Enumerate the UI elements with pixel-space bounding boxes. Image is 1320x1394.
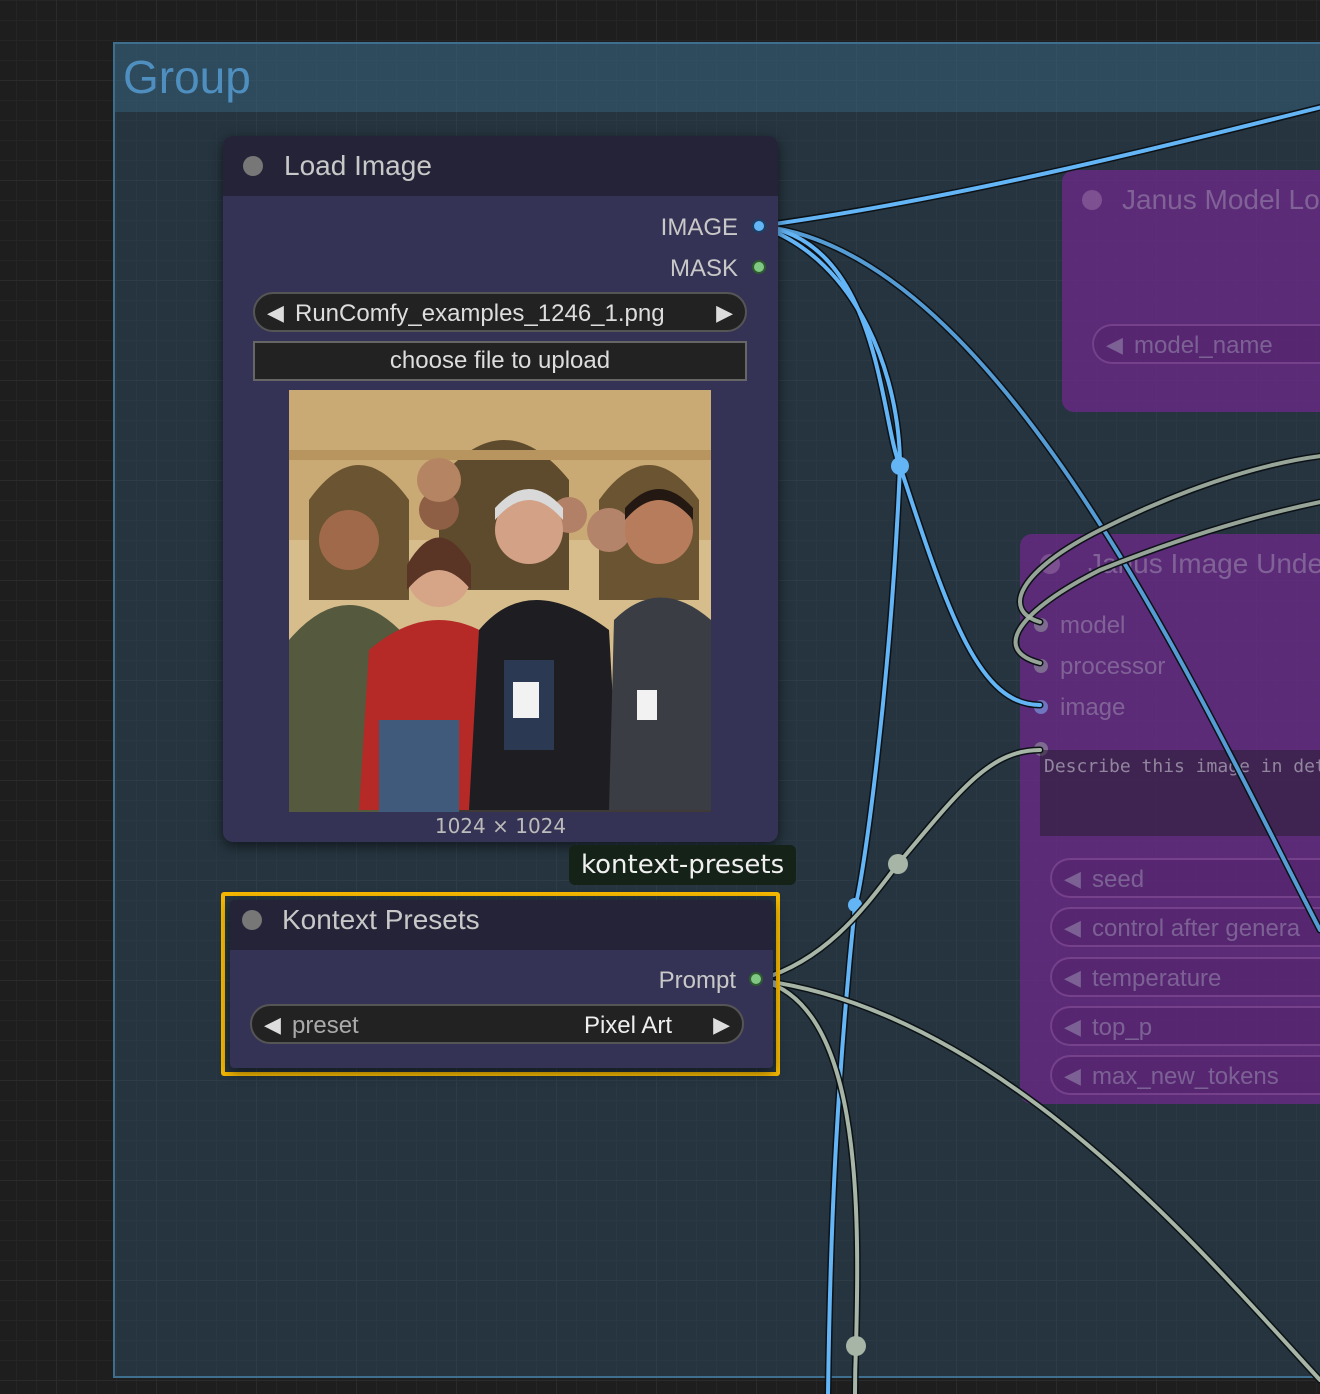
load-image-node[interactable]: Load Image IMAGE MASK ◀ RunComfy_example… bbox=[223, 136, 778, 842]
preview-photo bbox=[289, 390, 711, 812]
node-header[interactable]: Kontext Presets bbox=[230, 900, 773, 950]
node-status-dot[interactable] bbox=[243, 156, 263, 176]
image-size-label: 1024 × 1024 bbox=[434, 814, 567, 838]
preset-combo[interactable]: ◀ preset Pixel Art ▶ bbox=[250, 1004, 744, 1044]
wire-reroute-dot bbox=[891, 457, 909, 475]
image-file-combo[interactable]: ◀ RunComfy_examples_1246_1.png ▶ bbox=[253, 292, 747, 332]
node-badge: kontext-presets bbox=[569, 845, 797, 885]
node-status-dot[interactable] bbox=[242, 910, 262, 930]
upload-button[interactable]: choose file to upload bbox=[253, 341, 747, 381]
wire-image-to-janus-loader bbox=[758, 105, 1320, 228]
upload-button-label: choose file to upload bbox=[389, 347, 611, 374]
image-preview bbox=[289, 390, 711, 812]
arrow-right-icon[interactable]: ▶ bbox=[716, 300, 733, 326]
output-label-mask: MASK bbox=[669, 255, 738, 282]
wire-image-to-right bbox=[758, 224, 1320, 932]
node-badge-label: kontext-presets bbox=[581, 850, 785, 880]
preset-label: preset bbox=[292, 1012, 359, 1039]
wire-reroute-dot bbox=[888, 854, 908, 874]
node-title: Load Image bbox=[284, 150, 432, 181]
wire-reroute-dot bbox=[846, 1336, 866, 1356]
arrow-left-icon[interactable]: ◀ bbox=[264, 1012, 281, 1038]
node-title: Kontext Presets bbox=[282, 904, 480, 935]
output-label-prompt: Prompt bbox=[658, 967, 736, 994]
arrow-right-icon[interactable]: ▶ bbox=[713, 1012, 730, 1038]
image-file-name: RunComfy_examples_1246_1.png bbox=[295, 300, 665, 327]
kontext-presets-node[interactable]: Kontext Presets Prompt ◀ preset Pixel Ar… bbox=[230, 900, 773, 1068]
output-slot-prompt[interactable] bbox=[749, 972, 763, 986]
output-slot-mask[interactable] bbox=[752, 260, 766, 274]
output-label-image: IMAGE bbox=[660, 214, 738, 241]
arrow-left-icon[interactable]: ◀ bbox=[267, 300, 284, 326]
wire-model-input bbox=[1018, 454, 1320, 624]
output-slot-image[interactable] bbox=[752, 219, 766, 233]
preset-value: Pixel Art bbox=[583, 1012, 672, 1039]
node-header[interactable]: Load Image bbox=[223, 136, 778, 196]
